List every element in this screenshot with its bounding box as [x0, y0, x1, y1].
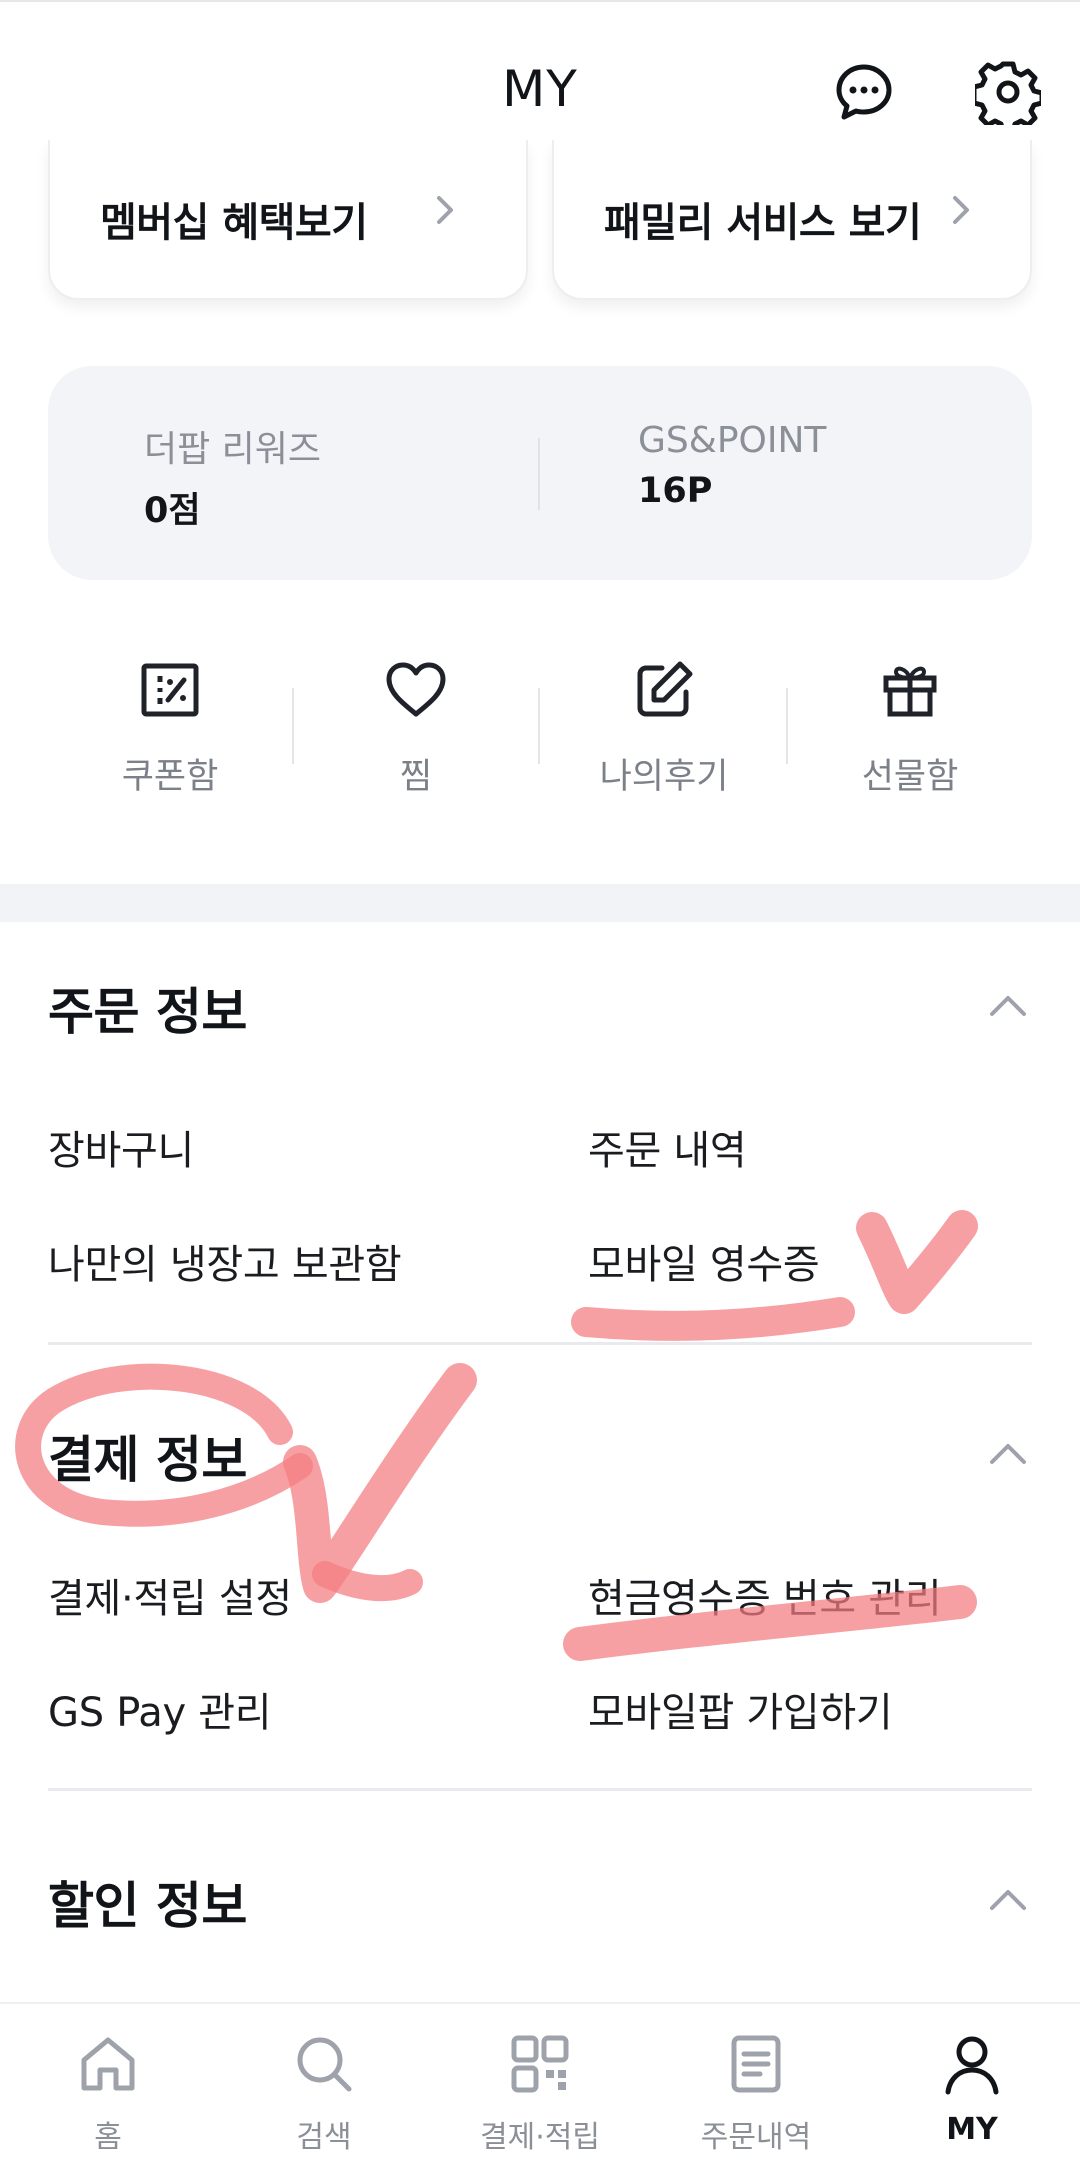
- divider: [48, 1342, 1032, 1345]
- gs-point[interactable]: GS&POINT 16P: [638, 420, 826, 511]
- marker-underline: [571, 1297, 855, 1341]
- menu-item-cash-receipt-number[interactable]: 현금영수증 번호 관리: [588, 1566, 942, 1624]
- home-icon: [81, 2037, 135, 2091]
- nav-my[interactable]: MY: [864, 2024, 1080, 2147]
- chevron-up-icon[interactable]: [986, 1432, 1030, 1476]
- nav-home[interactable]: 홈: [0, 2024, 216, 2156]
- marker-annotations: [15, 1210, 978, 1661]
- coupon-label: 쿠폰함: [121, 757, 219, 797]
- edit-icon: [637, 661, 693, 717]
- chevron-up-icon[interactable]: [986, 984, 1030, 1028]
- document-icon: [731, 2035, 781, 2093]
- menu-item-cart[interactable]: 장바구니: [48, 1118, 194, 1176]
- quick-coupon[interactable]: 쿠폰함: [46, 650, 294, 810]
- bottom-navigation: 홈 검색 결제·적립 주문내역 MY: [0, 2002, 1080, 2180]
- chat-icon: [836, 64, 892, 120]
- divider: [48, 1788, 1032, 1791]
- marker-checkmark: [283, 1363, 477, 1603]
- membership-benefit-card[interactable]: 멤버십 혜택보기: [48, 140, 528, 300]
- discount-info-title: 할인 정보: [48, 1877, 247, 1935]
- chevron-right-icon: [953, 196, 969, 224]
- menu-item-payment-settings[interactable]: 결제·적립 설정: [48, 1566, 292, 1624]
- thepop-rewards-value: 0점: [144, 491, 201, 531]
- nav-orders[interactable]: 주문내역: [648, 2024, 864, 2156]
- wishlist-label: 찜: [399, 757, 433, 797]
- divider: [538, 438, 540, 510]
- quick-giftbox[interactable]: 선물함: [786, 650, 1034, 810]
- nav-my-label: MY: [946, 2112, 998, 2147]
- menu-item-order-history[interactable]: 주문 내역: [588, 1118, 747, 1176]
- search-icon: [297, 2037, 352, 2092]
- menu-item-gs-pay[interactable]: GS Pay 관리: [48, 1680, 272, 1738]
- section-divider: [0, 884, 1080, 922]
- chevron-right-icon: [437, 196, 453, 224]
- gs-point-value: 16P: [638, 471, 713, 511]
- giftbox-label: 선물함: [861, 757, 959, 797]
- quick-my-reviews[interactable]: 나의후기: [540, 650, 788, 810]
- thepop-rewards[interactable]: 더팝 리워즈 0점: [144, 420, 321, 533]
- order-info-title: 주문 정보: [48, 983, 247, 1041]
- chevron-up-icon[interactable]: [986, 1878, 1030, 1922]
- gift-icon: [883, 666, 937, 717]
- payment-info-title: 결제 정보: [48, 1431, 247, 1489]
- menu-item-fridge-storage[interactable]: 나만의 냉장고 보관함: [48, 1232, 402, 1290]
- thepop-rewards-label: 더팝 리워즈: [144, 429, 322, 470]
- chat-button[interactable]: [824, 52, 904, 132]
- nav-orders-label: 주문내역: [700, 2120, 812, 2155]
- family-service-label: 패밀리 서비스 보기: [604, 200, 922, 246]
- nav-payment-label: 결제·적립: [480, 2120, 600, 2155]
- settings-button[interactable]: [968, 52, 1048, 132]
- nav-search[interactable]: 검색: [216, 2024, 432, 2156]
- menu-item-mobile-receipt[interactable]: 모바일 영수증: [588, 1232, 820, 1290]
- menu-item-mobilepop-signup[interactable]: 모바일팝 가입하기: [588, 1680, 893, 1738]
- my-reviews-label: 나의후기: [599, 757, 729, 797]
- quick-wishlist[interactable]: 찜: [292, 650, 540, 810]
- page-title: MY: [502, 60, 578, 118]
- gear-icon: [975, 61, 1041, 125]
- nav-home-label: 홈: [94, 2120, 122, 2155]
- nav-payment[interactable]: 결제·적립: [432, 2024, 648, 2156]
- gs-point-label: GS&POINT: [638, 420, 827, 461]
- membership-benefit-label: 멤버십 혜택보기: [100, 200, 368, 246]
- family-service-card[interactable]: 패밀리 서비스 보기: [552, 140, 1032, 300]
- person-icon: [945, 2036, 999, 2095]
- marker-squiggle: [312, 1561, 423, 1602]
- marker-checkmark: [856, 1210, 978, 1314]
- heart-icon: [386, 662, 446, 717]
- coupon-icon: [141, 663, 199, 717]
- nav-search-label: 검색: [296, 2120, 352, 2155]
- points-summary: 더팝 리워즈 0점 GS&POINT 16P: [48, 366, 1032, 580]
- qr-icon: [511, 2035, 569, 2093]
